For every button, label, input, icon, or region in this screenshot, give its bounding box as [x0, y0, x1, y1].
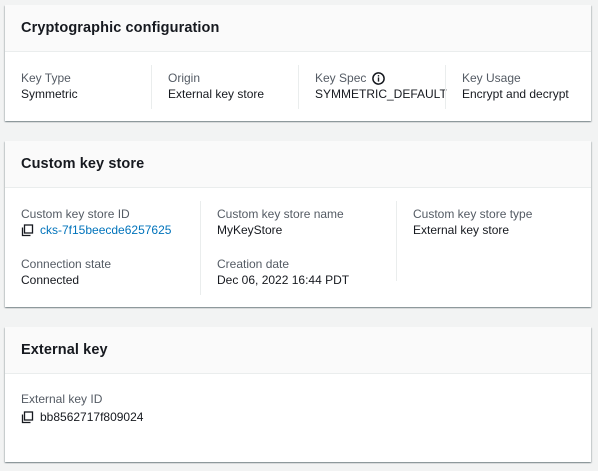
copy-icon[interactable] [21, 410, 34, 424]
panel-header: External key [5, 327, 591, 374]
cryptographic-configuration-panel: Cryptographic configuration Key Type Sym… [5, 5, 591, 121]
key-type-value: Symmetric [21, 87, 78, 101]
panel-title: Custom key store [21, 156, 145, 172]
custom-key-store-id-label: Custom key store ID [21, 207, 130, 221]
key-spec-label: Key Spec [315, 71, 367, 85]
custom-key-store-name-value: MyKeyStore [217, 223, 283, 237]
column-divider [200, 201, 201, 295]
origin-field: Origin External key store [168, 70, 264, 102]
custom-key-store-name-field: Custom key store name MyKeyStore [217, 206, 344, 238]
panel-header: Custom key store [5, 141, 591, 188]
connection-state-label: Connection state [21, 257, 112, 271]
creation-date-value: Dec 06, 2022 16:44 PDT [217, 273, 350, 287]
origin-value: External key store [168, 87, 265, 101]
key-type-label: Key Type [21, 71, 71, 85]
key-usage-value: Encrypt and decrypt [462, 87, 569, 101]
custom-key-store-type-label: Custom key store type [413, 207, 533, 221]
custom-key-store-id-link[interactable]: cks-7f15beecde6257625 [40, 222, 171, 238]
custom-key-store-type-value: External key store [413, 223, 510, 237]
connection-state-field: Connection state Connected [21, 256, 111, 288]
external-key-id-label: External key ID [21, 392, 103, 406]
column-divider [396, 201, 397, 281]
key-usage-field: Key Usage Encrypt and decrypt [462, 70, 569, 102]
key-spec-value: SYMMETRIC_DEFAULT [315, 87, 447, 101]
custom-key-store-id-row: cks-7f15beecde6257625 [21, 222, 171, 238]
column-divider [445, 65, 446, 109]
external-key-id-row: bb8562717f809024 [21, 409, 143, 425]
custom-key-store-name-label: Custom key store name [217, 207, 344, 221]
key-spec-field: Key Spec SYMMETRIC_DEFAULT [315, 70, 447, 102]
creation-date-field: Creation date Dec 06, 2022 16:44 PDT [217, 256, 349, 288]
custom-key-store-type-field: Custom key store type External key store [413, 206, 532, 238]
panel-header: Cryptographic configuration [5, 5, 591, 52]
column-divider [151, 65, 152, 109]
panel-title: Cryptographic configuration [21, 20, 220, 36]
key-spec-label-row: Key Spec [315, 70, 447, 86]
connection-state-value: Connected [21, 273, 80, 287]
panel-title: External key [21, 342, 108, 358]
key-type-field: Key Type Symmetric [21, 70, 78, 102]
copy-icon[interactable] [21, 223, 34, 237]
external-key-id-field: External key ID bb8562717f809024 [21, 391, 143, 425]
external-key-id-value: bb8562717f809024 [40, 410, 144, 424]
custom-key-store-id-field: Custom key store ID cks-7f15beecde625762… [21, 206, 171, 238]
origin-label: Origin [168, 71, 201, 85]
column-divider [298, 65, 299, 109]
custom-key-store-panel: Custom key store Custom key store ID cks… [5, 141, 591, 307]
creation-date-label: Creation date [217, 257, 290, 271]
key-usage-label: Key Usage [462, 71, 521, 85]
info-icon[interactable] [372, 71, 386, 85]
external-key-panel: External key External key ID bb8562717f8… [5, 327, 591, 462]
